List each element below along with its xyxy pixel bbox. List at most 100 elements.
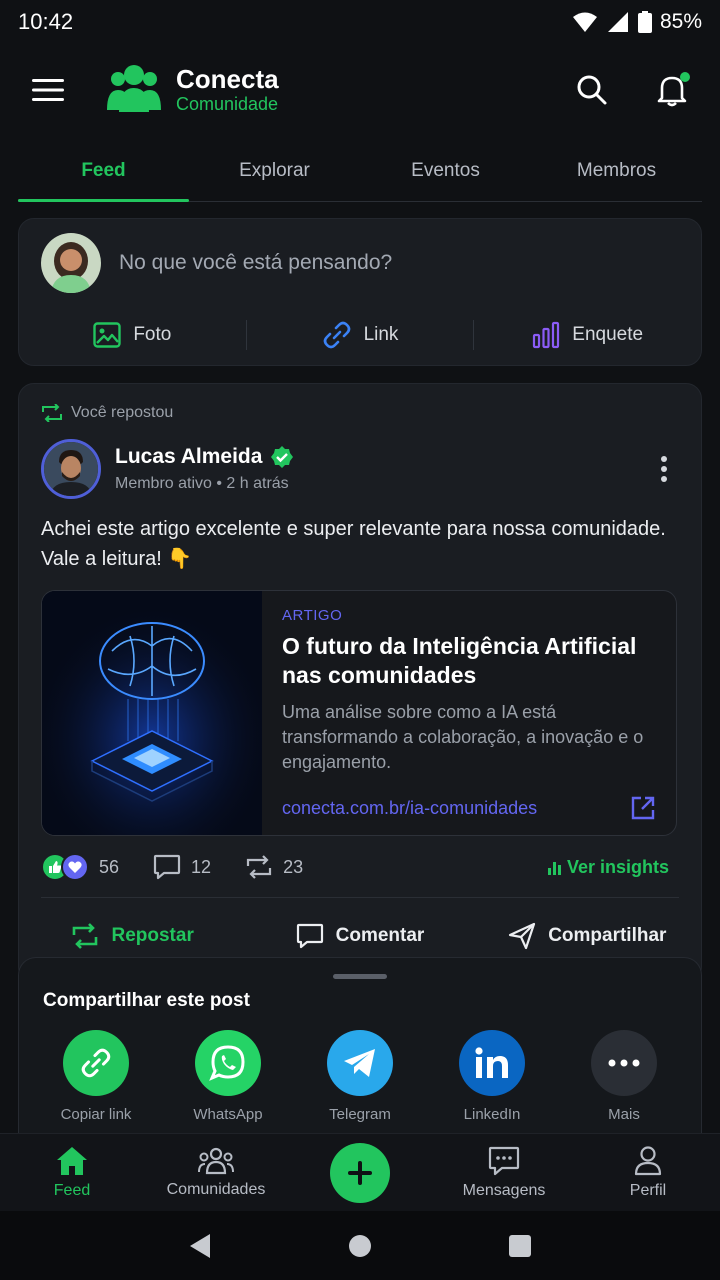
verified-badge-icon: [271, 446, 294, 468]
post-composer: No que você está pensando? Foto Link Enq…: [18, 218, 702, 366]
app-header: Conecta Comunidade: [0, 52, 720, 128]
status-bar: 10:42 85%: [0, 0, 720, 44]
community-logo-icon: [107, 65, 161, 112]
link-icon: [323, 321, 350, 349]
menu-button[interactable]: [28, 70, 68, 110]
author-name[interactable]: Lucas Almeida: [115, 445, 262, 469]
nav-communities[interactable]: Comunidades: [144, 1147, 288, 1199]
add-photo-button[interactable]: Foto: [19, 322, 246, 348]
chat-icon: [488, 1146, 520, 1175]
reposts-count: 23: [283, 856, 304, 877]
composer-input[interactable]: No que você está pensando?: [119, 251, 392, 275]
article-thumbnail: [42, 591, 262, 835]
tab-bar: Feed Explorar Eventos Membros: [18, 140, 702, 202]
plus-icon: [348, 1160, 372, 1185]
nav-create[interactable]: [288, 1142, 432, 1203]
comment-label: Comentar: [335, 925, 425, 946]
share-whatsapp[interactable]: WhatsApp: [165, 1030, 291, 1123]
repost-indicator: Você repostou: [41, 404, 173, 422]
send-icon: [509, 922, 536, 950]
copy-link-label: Copiar link: [60, 1106, 132, 1123]
reactions-stat[interactable]: 56: [41, 853, 119, 881]
status-time: 10:42: [18, 9, 74, 34]
whatsapp-icon: [209, 1045, 245, 1081]
love-reaction-icon: [61, 853, 89, 881]
image-icon: [93, 322, 122, 348]
post-text: Achei este artigo excelente e super rele…: [41, 518, 666, 570]
hamburger-icon: [32, 79, 64, 101]
battery-percent: 85%: [659, 10, 702, 33]
more-horizontal-icon: [608, 1059, 640, 1067]
repost-action-icon: [73, 923, 98, 949]
tab-eventos[interactable]: Eventos: [360, 140, 531, 201]
comments-count: 12: [191, 856, 212, 877]
user-avatar[interactable]: [41, 233, 101, 293]
tab-feed[interactable]: Feed: [18, 140, 189, 202]
wifi-icon: [572, 12, 597, 32]
recents-icon[interactable]: [508, 1234, 532, 1258]
sheet-handle[interactable]: [333, 974, 387, 979]
share-telegram[interactable]: Telegram: [297, 1030, 423, 1123]
share-linkedin[interactable]: LinkedIn: [429, 1030, 555, 1123]
reposts-stat[interactable]: 23: [245, 855, 303, 879]
article-tag: ARTIGO: [282, 607, 343, 624]
add-link-button[interactable]: Link: [247, 320, 474, 350]
insights-label: Ver insights: [566, 856, 669, 877]
system-navigation-bar: [0, 1211, 720, 1280]
search-button[interactable]: [572, 70, 612, 110]
article-url[interactable]: conecta.com.br/ia-comunidades: [282, 798, 537, 819]
poll-chart-icon: [533, 321, 560, 349]
author-meta: Membro ativo • 2 h atrás: [115, 475, 289, 492]
app-subtitle: Comunidade: [176, 94, 279, 114]
nav-messages[interactable]: Mensagens: [432, 1146, 576, 1200]
nav-profile-label: Perfil: [629, 1181, 667, 1199]
link-icon: [81, 1048, 111, 1078]
share-sheet: Compartilhar este post Copiar link Whats…: [18, 957, 702, 1133]
signal-icon: [607, 12, 628, 32]
comments-stat[interactable]: 12: [153, 854, 211, 880]
back-icon[interactable]: [188, 1233, 212, 1259]
notifications-button[interactable]: [652, 70, 692, 110]
home-circle-icon[interactable]: [348, 1234, 372, 1258]
tab-membros[interactable]: Membros: [531, 140, 702, 201]
home-icon: [57, 1146, 87, 1175]
link-preview-card[interactable]: ARTIGO O futuro da Inteligência Artifici…: [41, 590, 677, 836]
comment-button[interactable]: Comentar: [246, 923, 473, 949]
notification-dot: [680, 72, 690, 82]
insights-link[interactable]: Ver insights: [547, 857, 669, 878]
post-options-button[interactable]: [649, 449, 679, 489]
create-post-button[interactable]: [330, 1142, 390, 1203]
app-name: Conecta: [176, 64, 279, 94]
bar-chart-icon: [547, 862, 561, 875]
linkedin-label: LinkedIn: [463, 1106, 521, 1123]
share-label: Compartilhar: [548, 925, 667, 946]
battery-icon: [637, 11, 652, 33]
repost-note: Você repostou: [71, 404, 174, 421]
repost-label: Repostar: [111, 925, 194, 946]
add-poll-button[interactable]: Enquete: [474, 321, 701, 349]
brand: Conecta Comunidade: [106, 64, 279, 116]
share-copy-link[interactable]: Copiar link: [33, 1030, 159, 1123]
photo-label: Foto: [133, 324, 172, 345]
people-icon: [198, 1147, 234, 1174]
nav-feed[interactable]: Feed: [0, 1146, 144, 1200]
external-link-icon[interactable]: [630, 795, 656, 821]
whatsapp-label: WhatsApp: [193, 1106, 263, 1123]
link-label: Link: [363, 324, 399, 345]
comment-action-icon: [296, 923, 323, 949]
share-more[interactable]: Mais: [561, 1030, 687, 1123]
more-vertical-icon: [661, 456, 667, 482]
tab-explorar[interactable]: Explorar: [189, 140, 360, 201]
divider: [41, 897, 679, 898]
article-title: O futuro da Inteligência Artificial nas …: [282, 633, 637, 688]
repost-count-icon: [246, 855, 272, 879]
repost-button[interactable]: Repostar: [19, 923, 246, 949]
author-avatar[interactable]: [41, 439, 101, 499]
bottom-navigation: Feed Comunidades Mensagens Perfil: [0, 1133, 720, 1211]
reactions-count: 56: [99, 856, 120, 877]
nav-profile[interactable]: Perfil: [576, 1145, 720, 1200]
feed-post: Você repostou Lucas Almeida Membro ativo…: [18, 383, 702, 983]
poll-label: Enquete: [572, 324, 644, 345]
share-button[interactable]: Compartilhar: [474, 922, 701, 950]
nav-communities-label: Comunidades: [166, 1180, 266, 1198]
